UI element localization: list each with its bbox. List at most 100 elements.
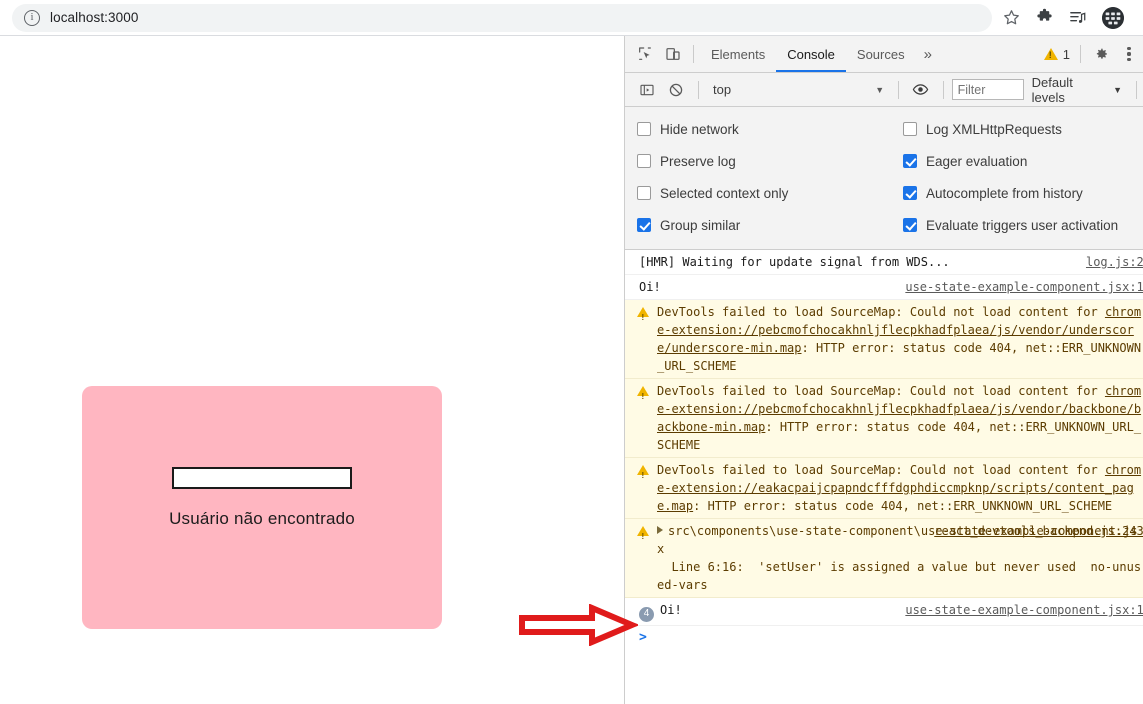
console-warning-sourcemap-backbone[interactable]: DevTools failed to load SourceMap: Could… — [625, 379, 1143, 458]
console-settings-pane: Hide network Preserve log Selected conte… — [625, 107, 1143, 250]
console-warning-sourcemap-content-page[interactable]: DevTools failed to load SourceMap: Could… — [625, 458, 1143, 519]
setting-preserve-log[interactable]: Preserve log — [637, 145, 903, 177]
setting-label-hide-network: Hide network — [660, 121, 739, 137]
checkbox-eager-evaluation[interactable] — [903, 154, 917, 168]
eslint-detail: Line 6:16: 'setUser' is assigned a value… — [657, 560, 1142, 592]
tab-elements[interactable]: Elements — [700, 36, 776, 72]
console-toolbar-divider-3 — [942, 80, 944, 99]
red-arrow-annotation — [518, 603, 640, 651]
console-message-oi-grouped[interactable]: 4 Oi! use-state-example-component.jsx:10 — [625, 598, 1143, 626]
log-levels-select[interactable]: Default levels ▼ — [1026, 75, 1128, 105]
clear-console-icon[interactable] — [663, 76, 691, 104]
execution-context-value: top — [713, 82, 732, 97]
chevron-down-icon: ▼ — [875, 84, 885, 95]
tab-sources[interactable]: Sources — [846, 36, 916, 72]
warning-prefix: DevTools failed to load SourceMap: Could… — [657, 463, 1105, 477]
profile-avatar[interactable] — [1102, 6, 1124, 29]
checkbox-hide-network[interactable] — [637, 122, 651, 136]
console-toolbar: top ▼ Default levels ▼ — [625, 73, 1143, 107]
live-expression-eye-icon[interactable] — [907, 76, 935, 104]
setting-autocomplete-history[interactable]: Autocomplete from history — [903, 177, 1143, 209]
setting-label-eager-evaluation: Eager evaluation — [926, 153, 1028, 169]
console-filter-input[interactable] — [951, 79, 1024, 100]
console-warning-eslint[interactable]: react_devtools_backend.js:2430 src\compo… — [625, 519, 1143, 598]
console-prompt[interactable]: > — [625, 626, 1143, 649]
address-bar[interactable]: i localhost:3000 — [12, 3, 992, 32]
console-toolbar-divider-4 — [1136, 80, 1138, 99]
inspect-element-icon[interactable] — [631, 40, 659, 68]
setting-group-similar[interactable]: Group similar — [637, 209, 903, 241]
setting-log-xhr[interactable]: Log XMLHttpRequests — [903, 113, 1143, 145]
warning-triangle-icon — [637, 307, 649, 327]
console-message-text: Oi! — [660, 603, 682, 617]
tab-console[interactable]: Console — [776, 36, 846, 72]
toolbar-divider-2 — [1080, 45, 1081, 63]
console-message-source[interactable]: react_devtools_backend.js:2430 — [934, 522, 1143, 540]
warning-suffix: : HTTP error: status code 404, net::ERR_… — [693, 499, 1113, 513]
console-sidebar-icon[interactable] — [633, 76, 661, 104]
kebab-menu-icon[interactable] — [1115, 40, 1143, 68]
checkbox-log-xhr[interactable] — [903, 122, 917, 136]
site-info-icon[interactable]: i — [24, 9, 40, 26]
setting-selected-context-only[interactable]: Selected context only — [637, 177, 903, 209]
browser-actions — [1002, 6, 1124, 29]
console-toolbar-divider-2 — [898, 80, 900, 99]
browser-toolbar: i localhost:3000 — [0, 0, 1143, 36]
more-tabs-chevron-icon[interactable]: » — [916, 46, 940, 63]
toolbar-divider — [693, 45, 694, 63]
expand-triangle-icon[interactable] — [657, 526, 663, 534]
console-toolbar-divider — [698, 80, 700, 99]
warning-prefix: DevTools failed to load SourceMap: Could… — [657, 305, 1105, 319]
settings-column-right: Log XMLHttpRequests Eager evaluation Aut… — [903, 113, 1143, 241]
checkbox-selected-context-only[interactable] — [637, 186, 651, 200]
checkbox-preserve-log[interactable] — [637, 154, 651, 168]
warning-body: DevTools failed to load SourceMap: Could… — [657, 303, 1143, 375]
execution-context-select[interactable]: top ▼ — [707, 79, 890, 101]
devtools-panel: Elements Console Sources » 1 top ▼ — [624, 36, 1143, 704]
warning-body: DevTools failed to load SourceMap: Could… — [657, 382, 1143, 454]
user-lookup-card: Usuário não encontrado — [82, 386, 442, 629]
console-message-source[interactable]: log.js:24 — [1086, 253, 1143, 271]
setting-label-evaluate-user-activation: Evaluate triggers user activation — [926, 217, 1119, 233]
checkbox-autocomplete-history[interactable] — [903, 186, 917, 200]
console-warning-sourcemap-underscore[interactable]: DevTools failed to load SourceMap: Could… — [625, 300, 1143, 379]
warning-prefix: DevTools failed to load SourceMap: Could… — [657, 384, 1105, 398]
console-message-list[interactable]: [HMR] Waiting for update signal from WDS… — [625, 250, 1143, 704]
console-message-text: Oi! — [639, 280, 661, 294]
devtools-tabbar: Elements Console Sources » 1 — [625, 36, 1143, 73]
warning-triangle-icon — [637, 526, 649, 546]
setting-label-autocomplete-history: Autocomplete from history — [926, 185, 1083, 201]
device-toolbar-icon[interactable] — [659, 40, 687, 68]
warning-triangle-icon — [637, 386, 649, 406]
media-list-icon[interactable] — [1068, 8, 1088, 27]
console-message-source[interactable]: use-state-example-component.jsx:10 — [905, 601, 1143, 619]
extensions-puzzle-icon[interactable] — [1035, 8, 1054, 27]
user-not-found-message: Usuário não encontrado — [169, 509, 355, 528]
message-count-badge: 4 — [639, 606, 654, 622]
console-prompt-chevron-icon: > — [639, 629, 647, 645]
address-bar-url: localhost:3000 — [50, 10, 139, 25]
warning-triangle-icon — [1043, 48, 1058, 60]
console-message-oi[interactable]: Oi! use-state-example-component.jsx:10 — [625, 275, 1143, 300]
settings-column-left: Hide network Preserve log Selected conte… — [625, 113, 903, 241]
setting-label-log-xhr: Log XMLHttpRequests — [926, 121, 1062, 137]
setting-label-group-similar: Group similar — [660, 217, 741, 233]
setting-evaluate-user-activation[interactable]: Evaluate triggers user activation — [903, 209, 1143, 241]
setting-hide-network[interactable]: Hide network — [637, 113, 903, 145]
setting-label-selected-context-only: Selected context only — [660, 185, 789, 201]
setting-label-preserve-log: Preserve log — [660, 153, 736, 169]
bookmark-star-icon[interactable] — [1002, 8, 1021, 27]
chevron-down-icon-levels: ▼ — [1113, 84, 1123, 95]
checkbox-evaluate-user-activation[interactable] — [903, 218, 917, 232]
warning-count-value: 1 — [1062, 46, 1070, 62]
log-levels-label: Default levels — [1031, 74, 1073, 105]
warning-triangle-icon — [637, 465, 649, 485]
console-message-source[interactable]: use-state-example-component.jsx:10 — [905, 278, 1143, 296]
gear-icon[interactable] — [1087, 40, 1115, 68]
setting-eager-evaluation[interactable]: Eager evaluation — [903, 145, 1143, 177]
console-message-hmr[interactable]: [HMR] Waiting for update signal from WDS… — [625, 250, 1143, 275]
warning-body: DevTools failed to load SourceMap: Could… — [657, 461, 1143, 515]
user-search-input[interactable] — [172, 467, 352, 489]
checkbox-group-similar[interactable] — [637, 218, 651, 232]
warning-count-badge[interactable]: 1 — [1043, 46, 1074, 62]
